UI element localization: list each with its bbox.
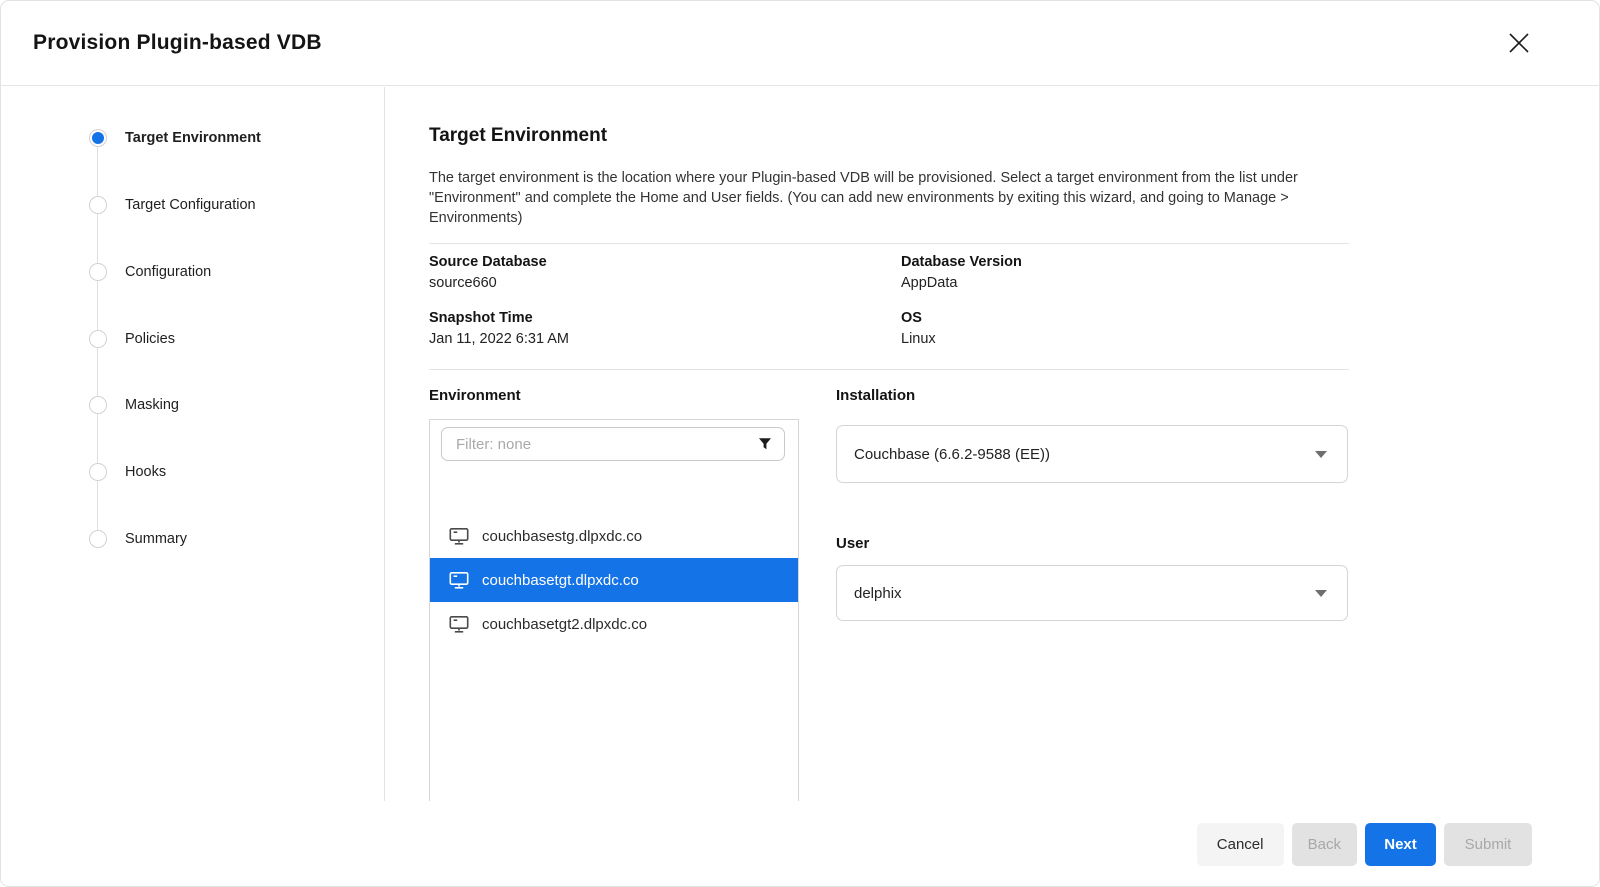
installation-label: Installation xyxy=(836,387,915,404)
environment-item-couchbasetgt[interactable]: couchbasetgt.dlpxdc.co xyxy=(430,558,798,602)
chevron-down-icon xyxy=(1315,451,1327,458)
back-button: Back xyxy=(1292,823,1357,866)
step-label: Target Configuration xyxy=(125,197,256,213)
filter-funnel-icon[interactable] xyxy=(757,436,773,452)
step-label: Target Environment xyxy=(125,130,261,146)
stepper-step-target-configuration[interactable]: Target Configuration xyxy=(89,194,256,216)
stepper-step-policies[interactable]: Policies xyxy=(89,328,175,350)
dialog-header: Provision Plugin-based VDB xyxy=(1,1,1599,86)
step-content-panel: Target Environment The target environmen… xyxy=(386,87,1600,801)
next-button[interactable]: Next xyxy=(1365,823,1436,866)
wizard-stepper: Target Environment Target Configuration … xyxy=(1,87,385,801)
step-circle-icon xyxy=(89,463,107,481)
user-dropdown[interactable]: delphix xyxy=(836,565,1348,621)
step-circle-icon xyxy=(89,396,107,414)
host-monitor-icon xyxy=(449,571,469,590)
cancel-button[interactable]: Cancel xyxy=(1197,823,1284,866)
os-label: OS xyxy=(901,310,922,326)
dialog-title: Provision Plugin-based VDB xyxy=(33,31,322,55)
environment-list-panel: couchbasestg.dlpxdc.co couchbasetgt.dlpx… xyxy=(429,419,799,801)
environment-label: Environment xyxy=(429,387,521,404)
stepper-step-target-environment[interactable]: Target Environment xyxy=(89,127,261,149)
database-version-value: AppData xyxy=(901,275,957,291)
submit-button: Submit xyxy=(1444,823,1532,866)
stepper-step-summary[interactable]: Summary xyxy=(89,528,187,550)
step-label: Policies xyxy=(125,331,175,347)
source-database-value: source660 xyxy=(429,275,497,291)
filter-input[interactable] xyxy=(441,427,785,461)
step-label: Hooks xyxy=(125,464,166,480)
host-monitor-icon xyxy=(449,615,469,634)
installation-value: Couchbase (6.6.2-9588 (EE)) xyxy=(854,446,1315,463)
environment-item-couchbasetgt2[interactable]: couchbasetgt2.dlpxdc.co xyxy=(430,602,798,646)
environment-item-label: couchbasetgt2.dlpxdc.co xyxy=(482,616,647,633)
stepper-step-masking[interactable]: Masking xyxy=(89,394,179,416)
dialog-footer: Cancel Back Next Submit xyxy=(1,801,1599,887)
environment-filter xyxy=(441,427,785,461)
step-label: Masking xyxy=(125,397,179,413)
stepper-step-configuration[interactable]: Configuration xyxy=(89,261,211,283)
step-circle-icon xyxy=(89,263,107,281)
step-circle-icon xyxy=(89,530,107,548)
chevron-down-icon xyxy=(1315,590,1327,597)
step-circle-icon xyxy=(89,330,107,348)
installation-dropdown[interactable]: Couchbase (6.6.2-9588 (EE)) xyxy=(836,425,1348,483)
os-value: Linux xyxy=(901,331,936,347)
step-label: Summary xyxy=(125,531,187,547)
provision-vdb-dialog: Provision Plugin-based VDB Target Enviro… xyxy=(0,0,1600,887)
step-circle-icon xyxy=(89,129,107,147)
snapshot-time-label: Snapshot Time xyxy=(429,310,533,326)
source-database-label: Source Database xyxy=(429,254,547,270)
environment-item-label: couchbasestg.dlpxdc.co xyxy=(482,528,642,545)
environment-item-label: couchbasetgt.dlpxdc.co xyxy=(482,572,639,589)
stepper-step-hooks[interactable]: Hooks xyxy=(89,461,166,483)
step-circle-icon xyxy=(89,196,107,214)
step-description: The target environment is the location w… xyxy=(429,169,1351,228)
step-label: Configuration xyxy=(125,264,211,280)
close-button[interactable] xyxy=(1501,25,1537,61)
dialog-body: Target Environment Target Configuration … xyxy=(1,87,1599,801)
user-label: User xyxy=(836,535,869,552)
database-version-label: Database Version xyxy=(901,254,1022,270)
close-icon xyxy=(1505,29,1533,57)
user-value: delphix xyxy=(854,585,1315,602)
footer-buttons: Cancel Back Next Submit xyxy=(1197,823,1532,866)
page-title: Target Environment xyxy=(429,125,607,147)
environment-list: couchbasestg.dlpxdc.co couchbasetgt.dlpx… xyxy=(430,514,798,646)
environment-item-couchbasestg[interactable]: couchbasestg.dlpxdc.co xyxy=(430,514,798,558)
host-monitor-icon xyxy=(449,527,469,546)
divider xyxy=(429,369,1349,370)
divider xyxy=(429,243,1349,244)
snapshot-time-value: Jan 11, 2022 6:31 AM xyxy=(429,331,569,347)
